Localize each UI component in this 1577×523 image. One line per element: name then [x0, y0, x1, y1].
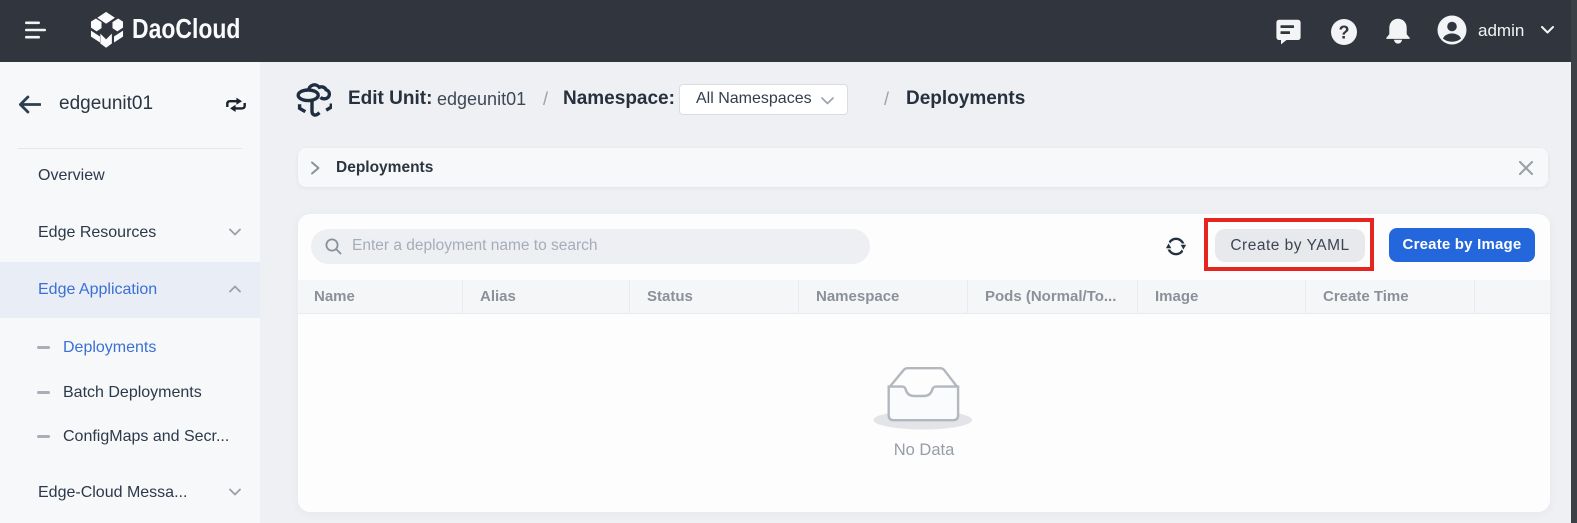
svg-text:?: ? — [1339, 23, 1350, 43]
